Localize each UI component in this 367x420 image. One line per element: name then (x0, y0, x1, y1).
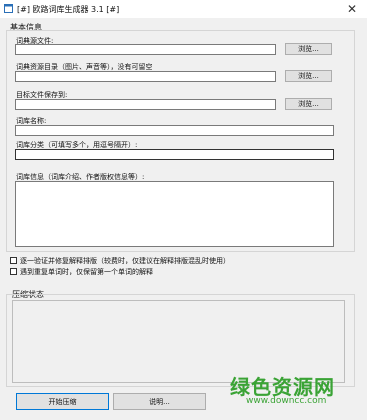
dict-info-textarea[interactable] (15, 181, 334, 247)
dict-source-browse-button[interactable]: 浏览... (285, 43, 332, 55)
help-button[interactable]: 说明... (113, 393, 206, 410)
duplicate-word-checkbox[interactable] (10, 268, 17, 275)
duplicate-word-label: 遇到重复单词时，仅保留第一个单词的解释 (20, 268, 153, 276)
start-compress-button[interactable]: 开始压缩 (16, 393, 109, 410)
target-file-browse-button[interactable]: 浏览... (285, 98, 332, 110)
app-icon (4, 4, 13, 13)
watermark-url: www.downcc.com (246, 396, 327, 406)
window-title: [#] 欧路词库生成器 3.1 [#] (17, 5, 120, 14)
resource-dir-input[interactable] (15, 71, 276, 82)
verify-sort-checkbox[interactable] (10, 257, 17, 264)
dict-name-input[interactable] (15, 125, 334, 136)
verify-sort-label: 逐一验证并修复解释排版（较费时，仅建议在解释排版混乱时使用） (20, 257, 230, 265)
target-file-input[interactable] (15, 99, 276, 110)
resource-dir-browse-button[interactable]: 浏览... (285, 70, 332, 82)
close-icon[interactable]: ✕ (347, 0, 357, 18)
dict-category-input[interactable] (15, 149, 334, 160)
title-bar: [#] 欧路词库生成器 3.1 [#] ✕ (0, 0, 367, 18)
dict-source-input[interactable] (15, 44, 276, 55)
